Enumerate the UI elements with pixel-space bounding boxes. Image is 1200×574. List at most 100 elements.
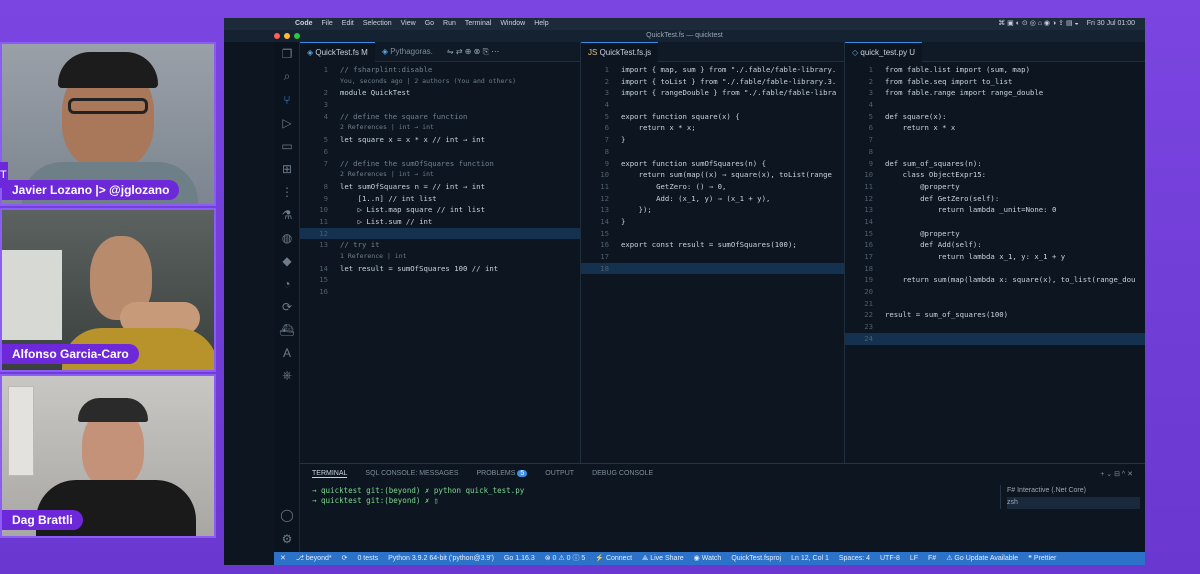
code-text: from fable.list import (sum, map) <box>885 65 1030 74</box>
status-item[interactable]: QuickTest.fsproj <box>731 552 781 565</box>
status-item[interactable]: Spaces: 4 <box>839 552 870 565</box>
close-window-icon[interactable] <box>274 33 280 39</box>
code-line: 23 <box>845 321 1145 333</box>
menu-help[interactable]: Help <box>534 18 548 30</box>
terminal-item-zsh[interactable]: zsh <box>1007 497 1140 509</box>
line-number: 5 <box>604 111 609 121</box>
run-debug-icon[interactable]: ▷ <box>274 111 300 134</box>
menu-window[interactable]: Window <box>500 18 525 30</box>
menu-go[interactable]: Go <box>425 18 434 30</box>
tab-pythagoras[interactable]: ◈ Pythagoras. <box>375 42 440 62</box>
tab-quicktest-fs[interactable]: ◈ QuickTest.fs M <box>300 42 375 62</box>
side-badge: T <box>0 162 8 188</box>
solution-explorer-icon[interactable]: ⋮ <box>274 180 300 203</box>
status-item[interactable]: ⟳ <box>342 552 348 565</box>
minimize-window-icon[interactable] <box>284 33 290 39</box>
menu-selection[interactable]: Selection <box>363 18 392 30</box>
azure-icon[interactable]: A <box>274 341 300 364</box>
settings-gear-icon[interactable]: ⚙ <box>274 527 300 550</box>
menu-view[interactable]: View <box>401 18 416 30</box>
code-editor-js[interactable]: 1 import { map, sum } from "./.fable/fabl… <box>581 62 844 275</box>
window-title: QuickTest.fs — quicktest <box>646 32 723 39</box>
line-number: 15 <box>600 228 609 238</box>
extensions-icon[interactable]: ⊞ <box>274 157 300 180</box>
github-icon[interactable]: ◍ <box>274 226 300 249</box>
line-number: 24 <box>864 333 873 343</box>
panel-tab-debug-console[interactable]: DEBUG CONSOLE <box>592 470 653 478</box>
line-number: 12 <box>600 193 609 203</box>
line-number: 3 <box>868 88 873 98</box>
participant-name: Javier Lozano |> @jglozano <box>2 180 180 200</box>
account-icon[interactable]: ◯ <box>274 503 300 526</box>
docker-icon[interactable]: ⛴ <box>274 318 300 341</box>
code-text: } <box>621 216 626 226</box>
panel-tab-output[interactable]: OUTPUT <box>545 470 574 478</box>
line-number: 2 <box>868 76 873 86</box>
menu-file[interactable]: File <box>322 18 333 30</box>
code-text: from fable.seq import to_list <box>885 76 1013 86</box>
code-lens: You, seconds ago | 2 authors (You and ot… <box>340 76 517 85</box>
status-item[interactable]: ⎇ beyond* <box>296 552 332 565</box>
line-number: 3 <box>323 100 328 110</box>
live-share-icon[interactable]: ⟳ <box>274 295 300 318</box>
status-item[interactable]: ❝ Prettier <box>1028 552 1056 565</box>
status-item[interactable]: UTF-8 <box>880 552 900 565</box>
code-editor-python[interactable]: 1 from fable.list import (sum, map) 2 from … <box>845 62 1145 345</box>
menu-edit[interactable]: Edit <box>342 18 354 30</box>
code-line: 18 <box>581 262 844 275</box>
code-text: export const result = sumOfSquares(100); <box>621 240 797 250</box>
menu-terminal[interactable]: Terminal <box>465 18 491 30</box>
status-item[interactable]: ✕ <box>280 552 286 565</box>
code-line: 18 <box>845 263 1145 275</box>
search-icon[interactable]: ⌕ <box>274 65 300 88</box>
line-number: 7 <box>868 135 873 145</box>
menu-code[interactable]: Code <box>295 18 313 30</box>
editor-actions[interactable]: ⇋ ⇄ ⊕ ⊗ ⎘ ⋯ <box>440 42 506 62</box>
code-line: 2 from fable.seq import to_list <box>845 76 1145 88</box>
status-item[interactable]: LF <box>910 552 918 565</box>
status-item[interactable]: Go 1.16.3 <box>504 552 535 565</box>
panel-actions[interactable]: + ⌄ ⊟ ^ ✕ <box>1100 470 1133 478</box>
code-line: 14 <box>845 216 1145 228</box>
status-item[interactable]: ⚠ Go Update Available <box>946 552 1018 565</box>
source-control-icon[interactable]: ⑂ <box>274 88 300 111</box>
panel-tab-problems[interactable]: PROBLEMS 5 <box>477 470 528 478</box>
status-item[interactable]: Python 3.9.2 64-bit ('python@3.9') <box>388 552 494 565</box>
code-text: // define the square function <box>340 111 468 121</box>
code-line: 5 export function square(x) { <box>581 111 844 123</box>
line-number: 22 <box>864 310 873 320</box>
git-graph-icon[interactable]: ◆ <box>274 249 300 272</box>
status-item[interactable]: ⊗ 0 ⚠ 0 ⓘ 5 <box>545 552 586 565</box>
code-line: 12 def GetZero(self): <box>845 193 1145 205</box>
status-item[interactable]: 0 tests <box>357 552 378 565</box>
tab-quicktest-fs-js[interactable]: JS QuickTest.fs.js <box>581 42 659 62</box>
code-editor-fsharp[interactable]: 1 // fsharplint:disable You, seconds ago |… <box>300 62 580 298</box>
code-text: let square x = x * x // int → int <box>340 135 485 145</box>
code-line: 8 <box>581 146 844 158</box>
line-number: 14 <box>864 216 873 226</box>
code-text: @property <box>885 181 960 191</box>
testing-icon[interactable]: ⚗ <box>274 203 300 226</box>
zoom-window-icon[interactable] <box>294 33 300 39</box>
status-item[interactable]: Ln 12, Col 1 <box>791 552 829 565</box>
code-line: 19 return sum(map(lambda x: square(x), t… <box>845 274 1145 286</box>
status-item[interactable]: F# <box>928 552 936 565</box>
kubernetes-icon[interactable]: ⎈ <box>274 364 300 387</box>
window-light <box>2 250 62 340</box>
status-item[interactable]: ◉ Watch <box>694 552 722 565</box>
menu-run[interactable]: Run <box>443 18 456 30</box>
panel-tab-terminal[interactable]: TERMINAL <box>312 470 348 478</box>
code-line: 7} <box>581 134 844 146</box>
remote-explorer-icon[interactable]: ▭ <box>274 134 300 157</box>
code-line: 9 def sum_of_squares(n): <box>845 158 1145 170</box>
terminal-item-fsi[interactable]: F# Interactive (.Net Core) <box>1007 485 1140 497</box>
macos-menubar: Code File Edit Selection View Go Run Ter… <box>224 18 1145 30</box>
explorer-icon[interactable]: ❐ <box>274 42 300 65</box>
status-item[interactable]: ⟁ Live Share <box>642 552 684 565</box>
panel-tabs: TERMINAL SQL CONSOLE: MESSAGES PROBLEMS … <box>300 464 1145 484</box>
tab-quick-test-py[interactable]: ◇ quick_test.py U <box>845 42 923 62</box>
status-item[interactable]: ⚡ Connect <box>595 552 632 565</box>
line-number: 16 <box>319 287 328 297</box>
timeline-icon[interactable]: ◔ <box>274 272 300 295</box>
panel-tab-sql-console[interactable]: SQL CONSOLE: MESSAGES <box>365 470 458 478</box>
